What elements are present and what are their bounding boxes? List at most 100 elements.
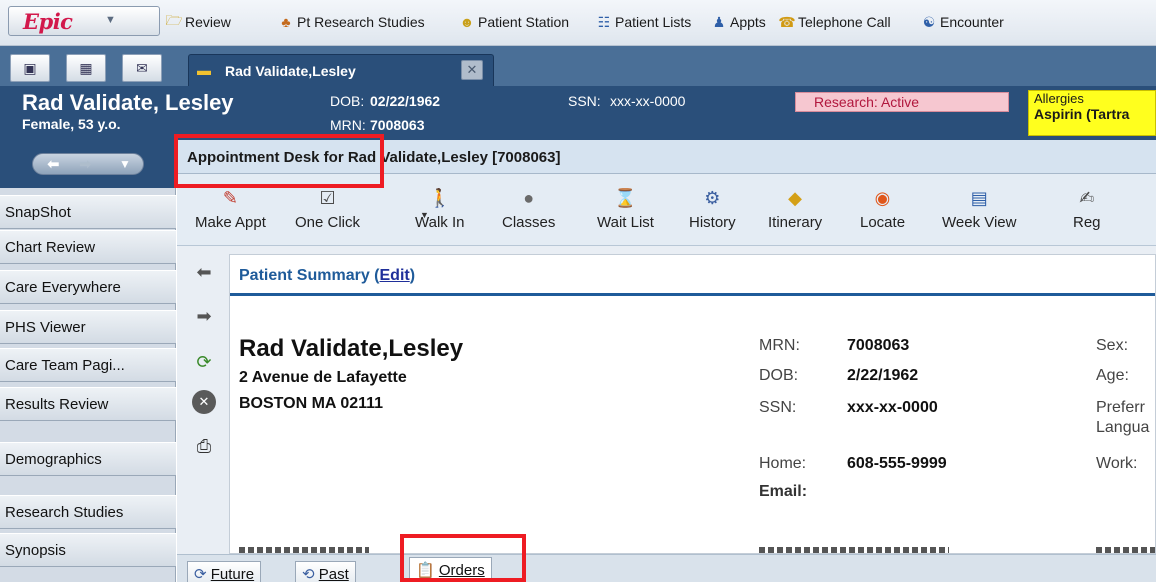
patient-tab-label: Rad Validate,Lesley (225, 63, 356, 79)
week-view-icon: ▤ (970, 188, 988, 208)
navigation-controls: ⬅ ➡ ▼ (0, 140, 176, 188)
patient-workspace-tab[interactable]: ▬ Rad Validate,Lesley ✕ (188, 54, 494, 86)
make-appt-button[interactable]: ✎ Make Appt (195, 186, 266, 242)
summary-dob-label: DOB: (759, 367, 799, 384)
walk-in-icon: 🚶 (428, 188, 451, 208)
patient-lists-button[interactable]: ☷ Patient Lists (595, 11, 692, 33)
research-studies-icon: ♣ (281, 14, 291, 30)
patient-sex-age: Female, 53 y.o. (22, 116, 121, 132)
summary-ssn-value: xxx-xx-0000 (847, 399, 938, 416)
sidebar-item-chart-review[interactable]: Chart Review (0, 230, 176, 264)
pt-research-studies-button[interactable]: ♣ Pt Research Studies (277, 11, 424, 33)
itinerary-icon: ◆ (788, 188, 803, 208)
activity-sidebar: ⬅ ➡ ▼ SnapShot Chart Review Care Everywh… (0, 140, 176, 582)
encounter-button[interactable]: ☯ Encounter (920, 11, 1004, 33)
patient-header: Rad Validate, Lesley Female, 53 y.o. DOB… (0, 86, 1156, 140)
week-view-button[interactable]: ▤ Week View (942, 186, 1016, 242)
schedule-icon: ▦ (79, 59, 93, 76)
sidebar-item-research-studies[interactable]: Research Studies (0, 495, 176, 529)
one-click-button[interactable]: ☑ One Click (295, 186, 360, 242)
summary-mrn-label: MRN: (759, 337, 800, 354)
sidebar-item-demographics[interactable]: Demographics (0, 442, 176, 476)
refresh-icon[interactable]: ⟳ (192, 350, 216, 374)
history-button[interactable]: ⚙ History (689, 186, 736, 242)
sidebar-item-synopsis[interactable]: Synopsis (0, 533, 176, 567)
back-arrow-icon[interactable]: ⬅ (47, 155, 60, 173)
home-workspace-button[interactable]: ▣ (10, 54, 50, 82)
summary-email-label: Email: (759, 483, 808, 500)
inbasket-workspace-button[interactable]: ✉ (122, 54, 162, 82)
mrn-label: MRN: (330, 117, 366, 133)
patient-station-icon: ☻ (459, 14, 475, 30)
allergies-label: Allergies (1034, 91, 1084, 106)
tab-future[interactable]: ⟳ Future (187, 561, 262, 582)
history-icon: ⚙ (704, 188, 721, 208)
back-arrow-icon[interactable]: ⬅ (192, 260, 216, 284)
patient-station-button[interactable]: ☻ Patient Station (458, 11, 569, 33)
chevron-down-icon: ▼ (105, 14, 116, 26)
schedule-workspace-button[interactable]: ▦ (66, 54, 106, 82)
reg-icon: ✍ (1079, 188, 1095, 208)
classes-button[interactable]: ● Classes (502, 186, 555, 242)
locate-button[interactable]: ◉ Locate (860, 186, 905, 242)
patient-summary-title: Patient Summary (Edit) (239, 267, 416, 284)
top-toolbar: Epic ▼ 🗁 Review ♣ Pt Research Studies ☻ … (0, 0, 1156, 46)
close-tab-button[interactable]: ✕ (461, 60, 483, 80)
forward-arrow-icon[interactable]: ➡ (79, 155, 92, 173)
patient-summary-panel: Patient Summary (Edit) Rad Validate,Lesl… (229, 254, 1156, 554)
back-forward-pill: ⬅ ➡ ▼ (32, 153, 144, 175)
reg-button[interactable]: ✍ Reg (1073, 186, 1101, 242)
forward-arrow-icon[interactable]: ➡ (192, 304, 216, 328)
sidebar-item-care-team-paging[interactable]: Care Team Pagi... (0, 348, 176, 382)
appts-icon: ♟ (712, 13, 726, 30)
one-click-dropdown-icon[interactable]: ▼ (420, 210, 429, 220)
wait-list-button[interactable]: ⌛ Wait List (597, 186, 654, 242)
ssn-label: SSN: (568, 93, 601, 109)
future-icon: ⟳ (194, 566, 207, 582)
workspace-tab-row: ▣ ▦ ✉ ▬ Rad Validate,Lesley ✕ (0, 46, 1156, 86)
summary-address-line1: 2 Avenue de Lafayette (239, 369, 407, 386)
allergies-value: Aspirin (Tartra (1034, 106, 1130, 122)
summary-work-label: Work: (1096, 455, 1138, 472)
appts-button[interactable]: ♟ Appts (710, 11, 766, 33)
summary-home-label: Home: (759, 455, 807, 472)
summary-ssn-label: SSN: (759, 399, 797, 416)
allergies-box[interactable]: Allergies Aspirin (Tartra (1028, 90, 1156, 136)
chevron-down-icon[interactable]: ▼ (119, 157, 131, 171)
close-circle-icon[interactable]: ✕ (192, 390, 216, 414)
summary-address-line2: BOSTON MA 02111 (239, 395, 384, 412)
summary-side-tools: ⬅ ➡ ⟳ ✕ ⎙ (186, 254, 222, 554)
itinerary-button[interactable]: ◆ Itinerary (768, 186, 822, 242)
summary-language-label: Langua (1096, 419, 1150, 436)
edit-summary-link[interactable]: Edit (380, 267, 410, 284)
locate-icon: ◉ (874, 188, 891, 208)
research-status-badge[interactable]: Research: Active (795, 92, 1009, 112)
sidebar-item-care-everywhere[interactable]: Care Everywhere (0, 270, 176, 304)
make-appt-icon: ✎ (222, 188, 238, 208)
summary-home-value: 608-555-9999 (847, 455, 947, 472)
clipped-row-text (239, 547, 369, 553)
tab-past[interactable]: ⟲ Past (295, 561, 356, 582)
sidebar-item-phs-viewer[interactable]: PHS Viewer (0, 310, 176, 344)
mrn-value: 7008063 (370, 117, 425, 133)
summary-patient-name: Rad Validate,Lesley (239, 335, 464, 362)
review-button[interactable]: 🗁 Review (165, 11, 231, 33)
summary-dob-value: 2/22/1962 (847, 367, 919, 384)
dob-label: DOB: (330, 93, 365, 109)
sidebar-item-results-review[interactable]: Results Review (0, 387, 176, 421)
dob-value: 02/22/1962 (370, 93, 441, 109)
sidebar-item-snapshot[interactable]: SnapShot (0, 195, 176, 229)
epic-menu-button[interactable]: Epic ▼ (8, 6, 160, 36)
classes-icon: ● (523, 188, 535, 208)
summary-sex-label: Sex: (1096, 337, 1129, 354)
summary-divider (230, 293, 1155, 296)
patient-tab-icon: ▬ (197, 62, 211, 78)
highlight-box-orders-tab (400, 534, 526, 582)
print-icon[interactable]: ⎙ (192, 434, 216, 458)
home-icon: ▣ (23, 59, 37, 76)
review-icon: 🗁 (165, 12, 183, 28)
highlight-box-appointment-desk (174, 134, 384, 188)
bottom-tab-strip: ⟳ Future ⟲ Past 📋 Orders (177, 554, 1156, 582)
ssn-value: xxx-xx-0000 (610, 93, 686, 109)
telephone-call-button[interactable]: ☎ Telephone Call (778, 11, 890, 33)
